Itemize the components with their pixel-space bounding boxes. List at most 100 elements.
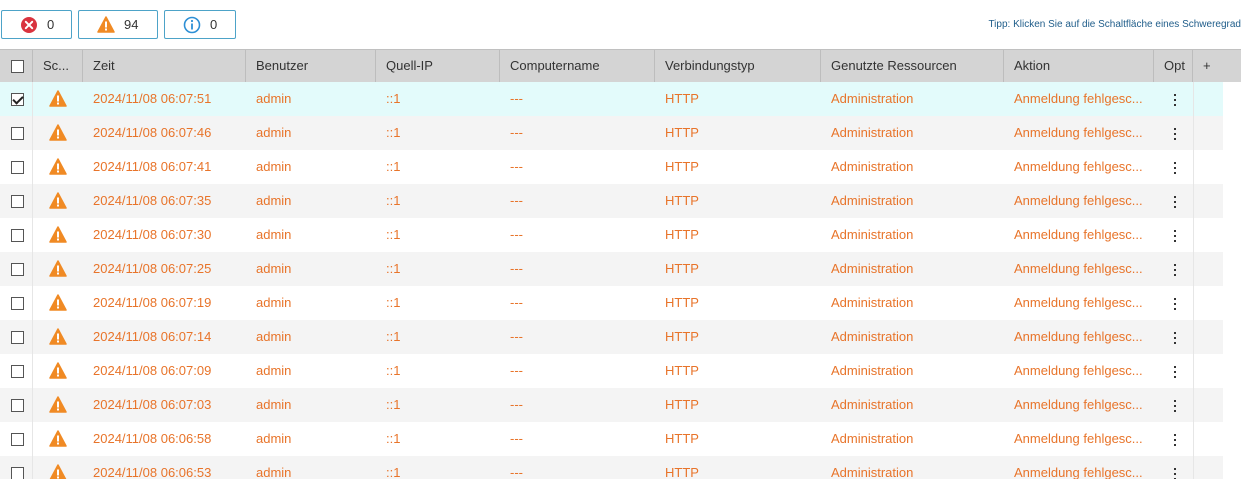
table-row[interactable]: 2024/11/08 06:07:25 admin::1 --- HTTP Admini… (0, 252, 1223, 286)
warning-icon (49, 396, 67, 413)
table-row[interactable]: 2024/11/08 06:07:41 admin::1 --- HTTP Admini… (0, 150, 1223, 184)
row-checkbox[interactable] (11, 467, 24, 479)
header-connection-type[interactable]: Verbindungstyp (655, 50, 821, 82)
cell-source-ip: ::1 (386, 125, 401, 140)
row-checkbox[interactable] (11, 263, 24, 276)
table-row[interactable]: 2024/11/08 06:07:46 admin::1 --- HTTP Admini… (0, 116, 1223, 150)
row-checkbox[interactable] (11, 365, 24, 378)
row-checkbox[interactable] (11, 161, 24, 174)
header-used-resources[interactable]: Genutzte Ressourcen (821, 50, 1004, 82)
row-checkbox[interactable] (11, 433, 24, 446)
error-filter-button[interactable]: 0 (1, 10, 72, 39)
row-checkbox[interactable] (11, 195, 24, 208)
table-row[interactable]: 2024/11/08 06:07:35 admin::1 --- HTTP Admini… (0, 184, 1223, 218)
info-filter-button[interactable]: 0 (164, 10, 236, 39)
log-grid: Sc... Zeit Benutzer Quell-IP Computernam… (0, 49, 1241, 479)
cell-computer-name: --- (510, 159, 523, 174)
table-row[interactable]: 2024/11/08 06:07:03 admin::1 --- HTTP Admini… (0, 388, 1223, 422)
cell-computer-name: --- (510, 397, 523, 412)
row-options-menu-icon[interactable] (1170, 365, 1180, 379)
warning-icon (49, 192, 67, 209)
cell-time: 2024/11/08 06:07:14 (93, 329, 212, 344)
row-checkbox[interactable] (11, 229, 24, 242)
warning-count: 94 (124, 17, 139, 32)
cell-user: admin (256, 125, 292, 140)
row-options-menu-icon[interactable] (1170, 263, 1180, 277)
row-options-menu-icon[interactable] (1170, 297, 1180, 311)
header-options[interactable]: Opt (1154, 50, 1193, 82)
row-options-menu-icon[interactable] (1170, 127, 1180, 141)
row-checkbox[interactable] (11, 93, 24, 106)
header-action[interactable]: Aktion (1004, 50, 1154, 82)
row-options-menu-icon[interactable] (1170, 399, 1180, 413)
select-all-checkbox[interactable] (11, 60, 24, 73)
row-options-menu-icon[interactable] (1170, 195, 1180, 209)
warning-icon (49, 328, 67, 345)
cell-source-ip: ::1 (386, 91, 401, 106)
warning-icon (97, 15, 115, 34)
cell-connection-type: HTTP (665, 397, 699, 412)
cell-user: admin (256, 329, 292, 344)
cell-used-resources: Administration (831, 295, 914, 310)
info-count: 0 (210, 17, 218, 32)
cell-connection-type: HTTP (665, 431, 699, 446)
cell-time: 2024/11/08 06:06:53 (93, 465, 212, 479)
cell-used-resources: Administration (831, 125, 914, 140)
tip-text: Tipp: Klicken Sie auf die Schaltfläche e… (988, 19, 1241, 30)
table-row[interactable]: 2024/11/08 06:07:51 admin::1 --- HTTP Admini… (0, 82, 1223, 116)
cell-connection-type: HTTP (665, 465, 699, 479)
table-row[interactable]: 2024/11/08 06:06:53 admin::1 --- HTTP Admini… (0, 456, 1223, 479)
table-row[interactable]: 2024/11/08 06:07:19 admin::1 --- HTTP Admini… (0, 286, 1223, 320)
cell-computer-name: --- (510, 125, 523, 140)
header-computer-name[interactable]: Computername (500, 50, 655, 82)
cell-used-resources: Administration (831, 261, 914, 276)
cell-computer-name: --- (510, 295, 523, 310)
warning-icon (49, 90, 67, 107)
warning-icon (49, 226, 67, 243)
header-source-ip[interactable]: Quell-IP (376, 50, 500, 82)
row-options-menu-icon[interactable] (1170, 161, 1180, 175)
cell-used-resources: Administration (831, 431, 914, 446)
error-icon (20, 16, 38, 34)
warning-icon (49, 260, 67, 277)
row-options-menu-icon[interactable] (1170, 331, 1180, 345)
cell-user: admin (256, 193, 292, 208)
cell-used-resources: Administration (831, 91, 914, 106)
header-time[interactable]: Zeit (83, 50, 246, 82)
cell-action: Anmeldung fehlgesc... (1014, 261, 1143, 276)
cell-source-ip: ::1 (386, 261, 401, 276)
row-checkbox[interactable] (11, 297, 24, 310)
table-row[interactable]: 2024/11/08 06:06:58 admin::1 --- HTTP Admini… (0, 422, 1223, 456)
row-checkbox[interactable] (11, 331, 24, 344)
table-row[interactable]: 2024/11/08 06:07:09 admin::1 --- HTTP Admini… (0, 354, 1223, 388)
row-options-menu-icon[interactable] (1170, 93, 1180, 107)
header-severity[interactable]: Sc... (33, 50, 83, 82)
cell-computer-name: --- (510, 363, 523, 378)
cell-time: 2024/11/08 06:07:03 (93, 397, 212, 412)
row-options-menu-icon[interactable] (1170, 229, 1180, 243)
warning-filter-button[interactable]: 94 (78, 10, 158, 39)
cell-time: 2024/11/08 06:07:25 (93, 261, 212, 276)
cell-computer-name: --- (510, 91, 523, 106)
cell-computer-name: --- (510, 227, 523, 242)
table-row[interactable]: 2024/11/08 06:07:30 admin::1 --- HTTP Admini… (0, 218, 1223, 252)
add-column-button[interactable]: + (1193, 50, 1241, 82)
cell-used-resources: Administration (831, 159, 914, 174)
row-options-menu-icon[interactable] (1170, 433, 1180, 447)
cell-action: Anmeldung fehlgesc... (1014, 193, 1143, 208)
cell-source-ip: ::1 (386, 465, 401, 479)
cell-connection-type: HTTP (665, 159, 699, 174)
row-checkbox[interactable] (11, 127, 24, 140)
table-row[interactable]: 2024/11/08 06:07:14 admin::1 --- HTTP Admini… (0, 320, 1223, 354)
cell-action: Anmeldung fehlgesc... (1014, 431, 1143, 446)
cell-action: Anmeldung fehlgesc... (1014, 295, 1143, 310)
cell-computer-name: --- (510, 329, 523, 344)
cell-used-resources: Administration (831, 329, 914, 344)
header-user[interactable]: Benutzer (246, 50, 376, 82)
cell-time: 2024/11/08 06:06:58 (93, 431, 212, 446)
row-checkbox[interactable] (11, 399, 24, 412)
grid-header: Sc... Zeit Benutzer Quell-IP Computernam… (0, 49, 1241, 82)
cell-action: Anmeldung fehlgesc... (1014, 227, 1143, 242)
row-options-menu-icon[interactable] (1170, 467, 1180, 479)
cell-time: 2024/11/08 06:07:09 (93, 363, 212, 378)
